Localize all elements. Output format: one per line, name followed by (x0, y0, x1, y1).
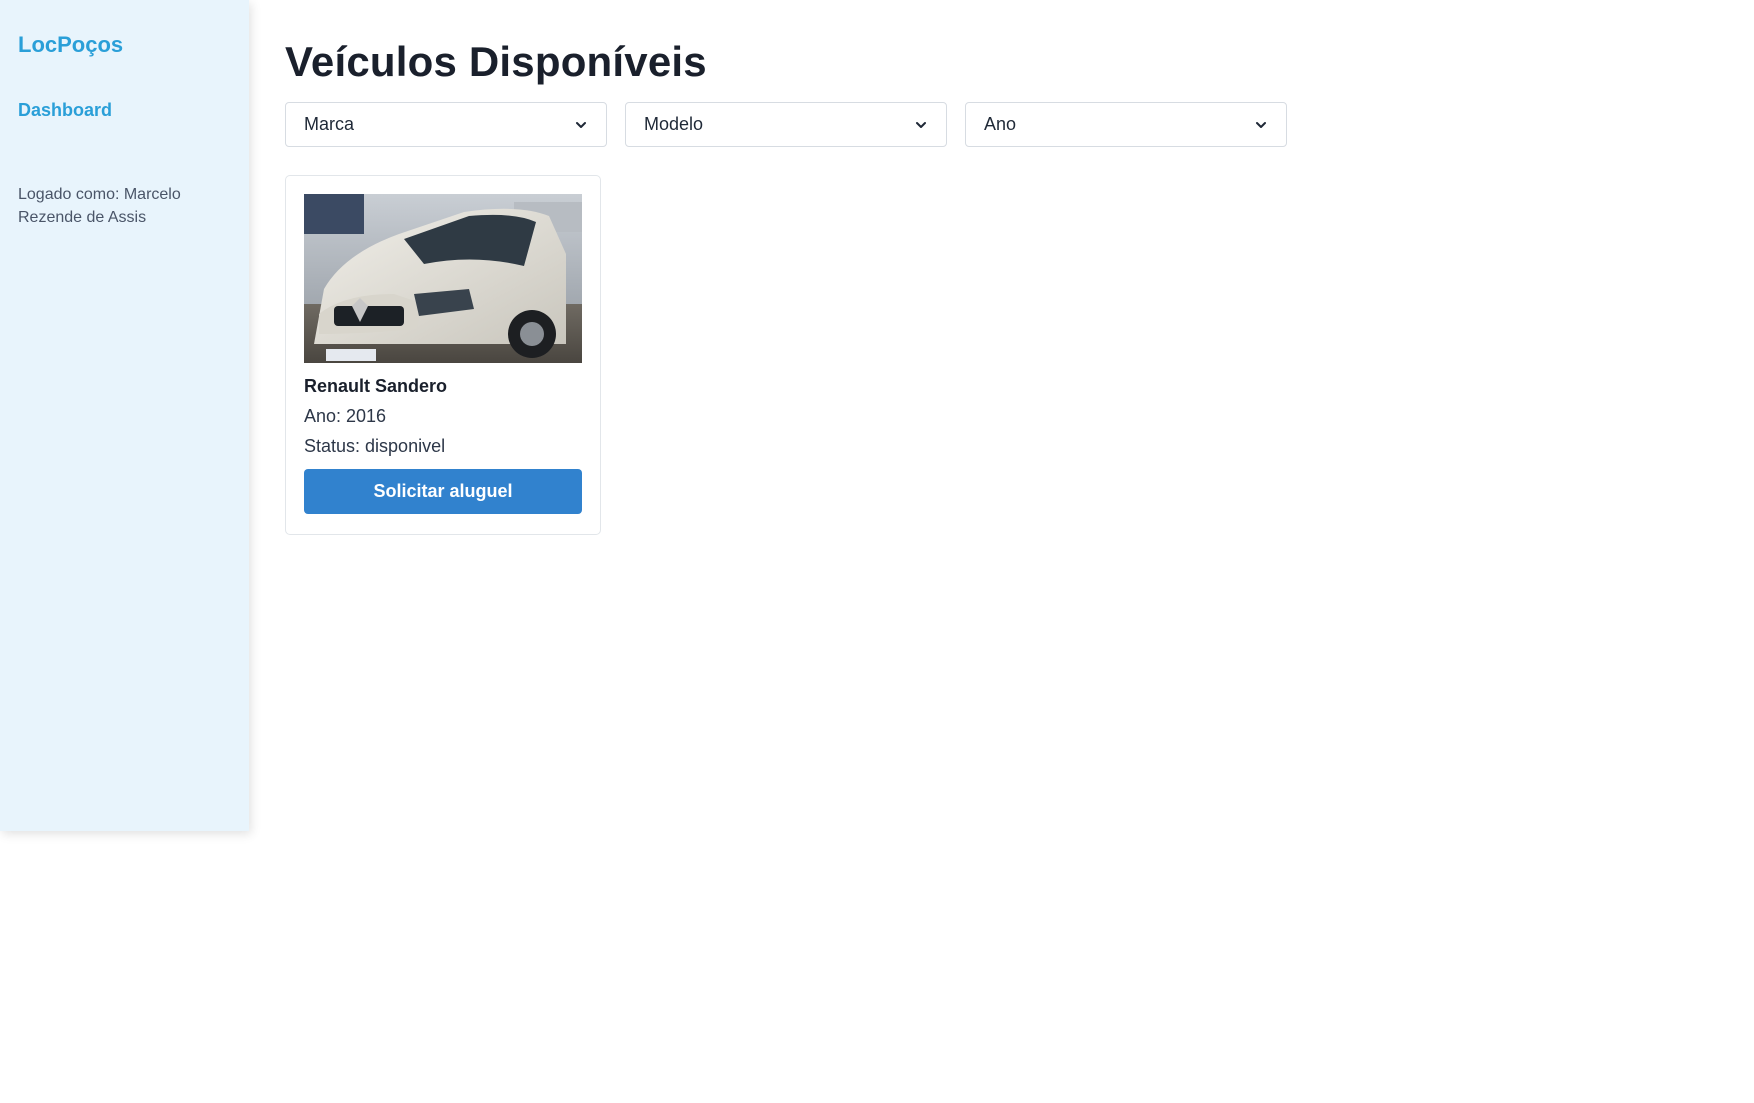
sidebar-item-dashboard[interactable]: Dashboard (18, 100, 231, 121)
year-select-value: Ano (984, 114, 1017, 134)
main-content: Veículos Disponíveis Marca Modelo Ano Re… (285, 0, 1754, 535)
vehicle-name: Renault Sandero (304, 376, 448, 396)
chevron-down-icon (916, 121, 926, 128)
brand-select-value: Marca (304, 114, 355, 134)
brand-logo[interactable]: LocPoços (18, 32, 231, 58)
brand-select[interactable]: Marca (285, 102, 607, 147)
logged-user-info: Logado como: Marcelo Rezende de Assis (18, 186, 181, 226)
model-select-value: Modelo (644, 114, 704, 134)
vehicle-status: Status: disponivel (304, 436, 446, 456)
chevron-down-icon (1256, 121, 1266, 128)
page-title: Veículos Disponíveis (285, 38, 707, 85)
sidebar: LocPoços Dashboard Logado como: Marcelo … (0, 0, 249, 831)
chevron-down-icon (576, 121, 586, 128)
request-rental-button[interactable]: Solicitar aluguel (304, 469, 582, 514)
vehicle-photo (304, 194, 582, 363)
vehicle-year: Ano: 2016 (304, 406, 387, 426)
filters-bar: Marca Modelo Ano (285, 102, 1754, 147)
model-select[interactable]: Modelo (625, 102, 947, 147)
vehicle-card: Renault Sandero Ano: 2016 Status: dispon… (285, 175, 601, 535)
year-select[interactable]: Ano (965, 102, 1287, 147)
